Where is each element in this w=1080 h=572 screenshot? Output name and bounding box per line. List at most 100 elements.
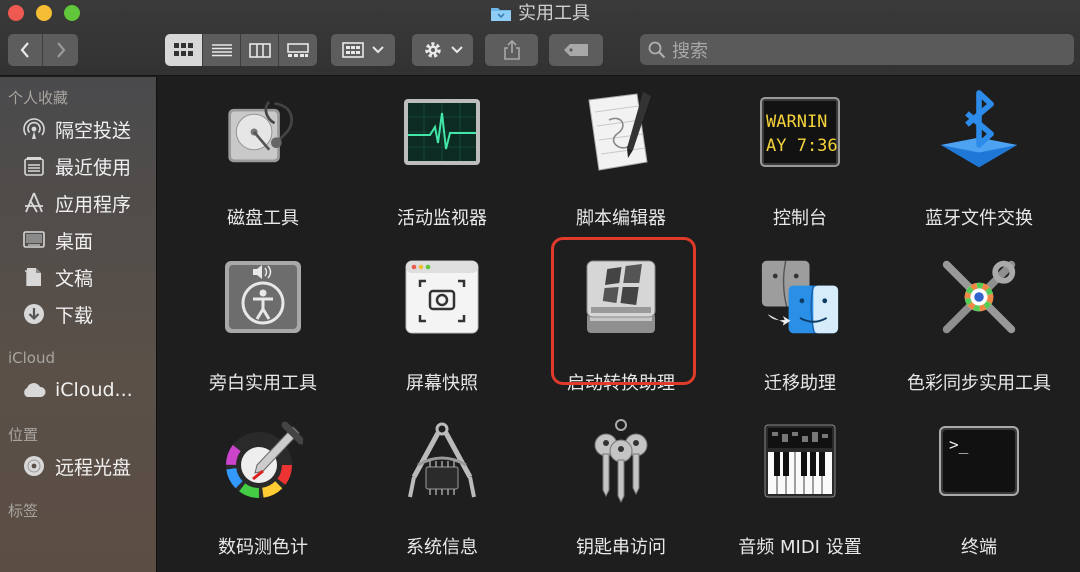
app-console[interactable]: WARNIN AY 7:36 控制台: [710, 92, 890, 242]
terminal-icon: >_: [939, 421, 1019, 501]
console-screen-line-2: AY 7:36: [766, 136, 838, 156]
migration-assistant-icon: [760, 257, 840, 337]
sidebar-item-icloud-drive[interactable]: iCloud...: [20, 376, 133, 404]
app-name: 磁盘工具: [227, 208, 299, 229]
app-name: 系统信息: [406, 537, 478, 558]
back-button[interactable]: [8, 34, 43, 66]
window-title: 实用工具: [518, 3, 590, 24]
disk-utility-icon: [223, 92, 303, 172]
app-digital-color-meter[interactable]: 数码测色计: [173, 421, 353, 571]
forward-button[interactable]: [43, 34, 78, 66]
gallery-icon: [287, 42, 309, 57]
activity-monitor-icon: [402, 92, 482, 172]
app-disk-utility[interactable]: 磁盘工具: [173, 92, 353, 242]
console-screen-line-1: WARNIN: [766, 112, 827, 132]
icloud-header: iCloud: [8, 349, 56, 367]
tags-header: 标签: [8, 502, 39, 520]
sidebar-item-applications[interactable]: 应用程序: [20, 189, 131, 217]
app-keychain-access[interactable]: 钥匙串访问: [531, 419, 711, 571]
app-name: 钥匙串访问: [576, 537, 666, 558]
colorsync-icon: [939, 257, 1019, 337]
recents-icon: [20, 152, 48, 180]
gear-icon: [424, 42, 441, 58]
group-grid-icon: [342, 42, 364, 58]
list-icon: [211, 44, 232, 57]
sidebar-item-remote-disc[interactable]: 远程光盘: [20, 452, 131, 480]
app-name: 旁白实用工具: [209, 373, 317, 394]
highlight-annotation: [551, 237, 696, 385]
sidebar-item-downloads[interactable]: 下载: [20, 300, 93, 328]
terminal-prompt: >_: [949, 435, 969, 454]
tag-icon: [564, 44, 588, 56]
sidebar-item-label: 桌面: [55, 230, 94, 253]
app-name: 数码测色计: [218, 537, 308, 558]
documents-icon: [20, 263, 48, 291]
gallery-view-button[interactable]: [279, 34, 317, 66]
applications-icon: [20, 189, 48, 217]
app-script-editor[interactable]: 脚本编辑器: [531, 92, 711, 242]
columns-icon: [248, 42, 271, 58]
sidebar: 个人收藏 隔空投送 最近使用 应用程序 桌面 文稿 下载 iCloud iClo…: [0, 77, 157, 572]
sidebar-item-label: 最近使用: [55, 156, 132, 179]
search-placeholder: 搜索: [672, 40, 708, 62]
folder-icon: [490, 5, 512, 28]
sidebar-item-label: 隔空投送: [55, 119, 132, 142]
disc-icon: [20, 452, 48, 480]
cloud-icon: [20, 376, 48, 404]
system-information-icon: [402, 421, 482, 501]
app-screenshot[interactable]: 屏幕快照: [352, 257, 532, 407]
window-toolbar: 实用工具 搜索: [0, 0, 1080, 76]
voiceover-icon: [223, 257, 303, 337]
app-voiceover-utility[interactable]: 旁白实用工具: [173, 257, 353, 407]
navigation-buttons: [8, 34, 78, 66]
app-name: 终端: [961, 537, 997, 558]
window-title-bar: 实用工具: [0, 3, 1080, 28]
script-editor-icon: [581, 92, 661, 172]
group-by-button[interactable]: [331, 34, 395, 66]
sidebar-item-label: 应用程序: [55, 193, 132, 216]
column-view-button[interactable]: [241, 34, 279, 66]
edit-tags-button[interactable]: [549, 34, 603, 66]
app-name: 脚本编辑器: [576, 208, 666, 229]
app-name: 蓝牙文件交换: [925, 208, 1033, 229]
view-mode-switcher: [165, 34, 317, 66]
app-system-information[interactable]: 系统信息: [352, 421, 532, 571]
sidebar-item-airdrop[interactable]: 隔空投送: [20, 115, 131, 143]
app-name: 活动监视器: [397, 208, 487, 229]
file-browser-grid: 磁盘工具 活动监视器 脚本编辑器 WARNIN AY 7:36 控制台 蓝牙文件…: [158, 77, 1080, 572]
chevron-left-icon: [20, 42, 29, 58]
downloads-icon: [20, 300, 48, 328]
list-view-button[interactable]: [203, 34, 241, 66]
sidebar-item-label: 下载: [55, 304, 94, 327]
search-icon: [648, 41, 666, 58]
action-menu-button[interactable]: [412, 34, 473, 66]
app-name: 色彩同步实用工具: [907, 373, 1051, 394]
bluetooth-icon: [939, 90, 1019, 172]
app-colorsync-utility[interactable]: 色彩同步实用工具: [889, 257, 1069, 407]
sidebar-item-label: 文稿: [55, 267, 94, 290]
digital-color-meter-icon: [223, 421, 303, 501]
screenshot-icon: [402, 257, 482, 337]
app-bluetooth-file-exchange[interactable]: 蓝牙文件交换: [889, 90, 1069, 242]
locations-header: 位置: [8, 426, 39, 444]
sidebar-item-documents[interactable]: 文稿: [20, 263, 93, 291]
sidebar-item-recents[interactable]: 最近使用: [20, 152, 131, 180]
share-button[interactable]: [485, 34, 538, 66]
sidebar-item-desktop[interactable]: 桌面: [20, 226, 93, 254]
app-audio-midi-setup[interactable]: 音频 MIDI 设置: [710, 421, 890, 571]
app-terminal[interactable]: >_ 终端: [889, 421, 1069, 571]
chevron-down-icon: [450, 46, 463, 54]
app-name: 迁移助理: [764, 373, 836, 394]
chevron-right-icon: [56, 42, 65, 58]
chevron-down-icon: [372, 46, 384, 54]
share-icon: [503, 40, 520, 60]
console-icon: WARNIN AY 7:36: [760, 92, 840, 172]
app-name: 屏幕快照: [406, 373, 478, 394]
app-migration-assistant[interactable]: 迁移助理: [710, 257, 890, 407]
favorites-header: 个人收藏: [8, 89, 69, 107]
search-field[interactable]: 搜索: [640, 34, 1074, 65]
keychain-icon: [581, 419, 661, 503]
sidebar-item-label: 远程光盘: [55, 456, 132, 479]
icon-view-button[interactable]: [165, 34, 203, 66]
app-activity-monitor[interactable]: 活动监视器: [352, 92, 532, 242]
